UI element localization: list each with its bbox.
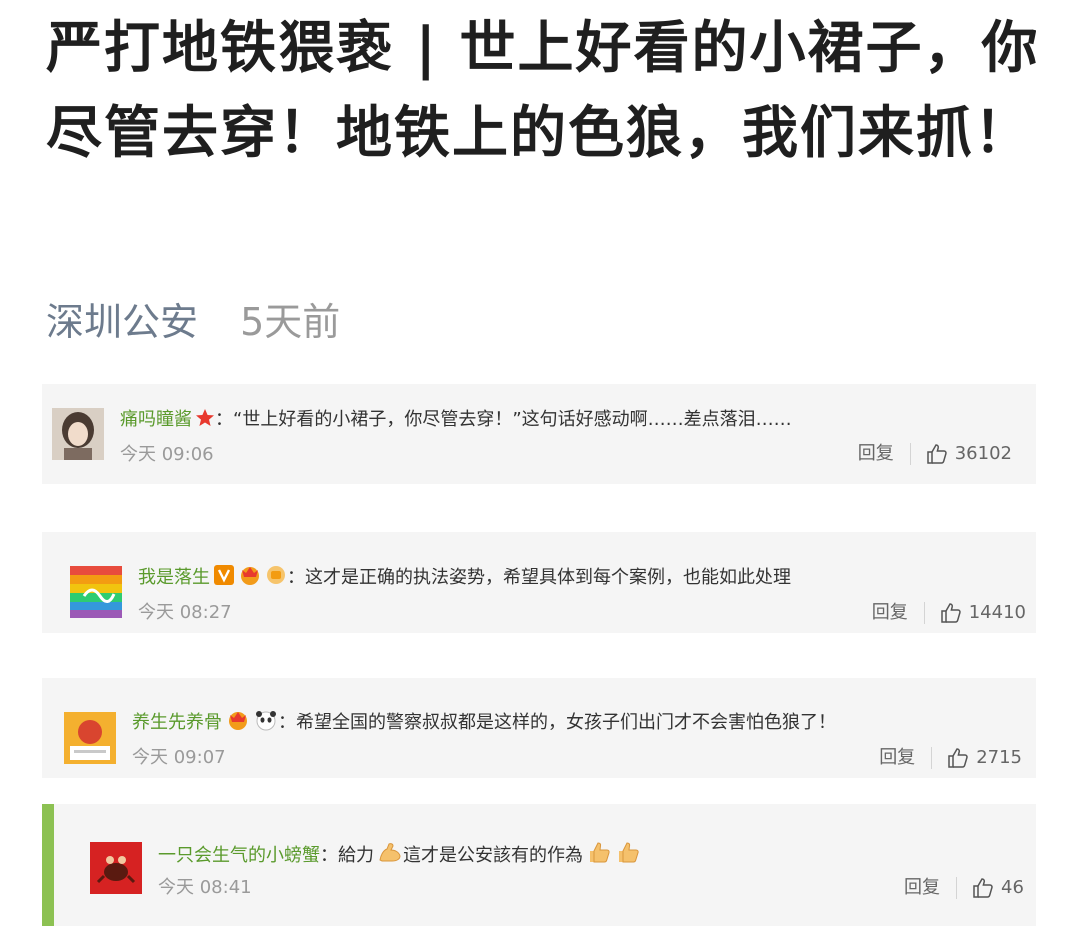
- comment-text: ：这才是正确的执法姿势，希望具体到每个案例，也能如此处理: [287, 567, 791, 588]
- like-count: 14410: [968, 602, 1026, 623]
- comment-line: 一只会生气的小螃蟹：給力 這才是公安該有的作為: [158, 840, 641, 872]
- article-time: 5天前: [240, 300, 341, 344]
- comment-text: ：希望全国的警察叔叔都是这样的，女孩子们出门才不会害怕色狼了！: [278, 712, 836, 733]
- thumbs-up-emoji-icon: [586, 840, 612, 872]
- comment-card: 我是落生 ：这才是正确的执法姿势，希望具体到每个案例，也能如此处理 今天 08:2…: [42, 532, 1036, 633]
- article-author[interactable]: 深圳公安: [46, 300, 198, 344]
- like-count: 46: [1001, 877, 1024, 898]
- comment-username[interactable]: 痛吗瞳酱: [120, 409, 192, 430]
- like-count: 36102: [954, 443, 1012, 464]
- member-badge-icon: [238, 564, 262, 594]
- panda-icon: [254, 709, 278, 739]
- divider: [909, 443, 911, 465]
- comment-card: 养生先养骨 ：希望全国的警察叔叔都是这样的，女孩子们出门才不会害怕色狼了！ 今天 …: [42, 678, 1036, 778]
- comment-username[interactable]: 养生先养骨: [132, 712, 222, 733]
- weibo-comment-screenshot: 严打地铁猥亵 | 世上好看的小裙子，你尽管去穿！地铁上的色狼，我们来抓！ 深圳公…: [0, 0, 1036, 930]
- thumbs-up-icon[interactable]: [971, 876, 995, 900]
- like-count: 2715: [976, 747, 1022, 768]
- thumbs-up-icon[interactable]: [925, 442, 949, 466]
- member-badge-icon: [225, 709, 251, 739]
- comment-time: 今天 09:07: [132, 747, 226, 768]
- comment-line: 我是落生 ：这才是正确的执法姿势，希望具体到每个案例，也能如此处理: [138, 564, 791, 594]
- comment-line: 养生先养骨 ：希望全国的警察叔叔都是这样的，女孩子们出门才不会害怕色狼了！: [132, 709, 836, 739]
- comment-text: 這才是公安該有的作為: [403, 845, 583, 866]
- reply-comment-card: 一只会生气的小螃蟹：給力 這才是公安該有的作為 今天 08:41 回复 46: [42, 804, 1036, 926]
- reply-button[interactable]: 回复: [904, 876, 940, 900]
- article-meta: 深圳公安 5天前: [46, 296, 340, 348]
- avatar[interactable]: [90, 842, 142, 894]
- star-icon: [195, 408, 215, 436]
- divider: [923, 602, 925, 624]
- comment-actions: 回复 14410: [872, 601, 1026, 625]
- fan-badge-icon: [265, 564, 287, 594]
- avatar[interactable]: [64, 712, 116, 764]
- comment-username[interactable]: 我是落生: [138, 567, 210, 588]
- flexed-bicep-icon: [377, 840, 403, 872]
- thumbs-up-icon[interactable]: [939, 601, 963, 625]
- thumbs-up-icon[interactable]: [946, 746, 970, 770]
- reply-button[interactable]: 回复: [858, 442, 894, 466]
- comment-actions: 回复 36102: [858, 442, 1012, 466]
- comment-time: 今天 08:41: [158, 877, 252, 898]
- comment-text: ：“世上好看的小裙子，你尽管去穿！”这句话好感动啊……差点落泪……: [215, 409, 792, 430]
- avatar[interactable]: [70, 566, 122, 618]
- reply-accent-bar: [42, 804, 54, 926]
- comment-card: 痛吗瞳酱 ：“世上好看的小裙子，你尽管去穿！”这句话好感动啊……差点落泪…… 今天…: [42, 384, 1036, 484]
- comment-time: 今天 08:27: [138, 602, 232, 623]
- comment-text: ：給力: [320, 845, 374, 866]
- reply-button[interactable]: 回复: [879, 746, 915, 770]
- thumbs-up-emoji-icon: [615, 840, 641, 872]
- comment-line: 痛吗瞳酱 ：“世上好看的小裙子，你尽管去穿！”这句话好感动啊……差点落泪……: [120, 407, 792, 436]
- comment-actions: 回复 46: [904, 876, 1024, 900]
- verified-v-icon: [213, 564, 235, 594]
- comment-username[interactable]: 一只会生气的小螃蟹: [158, 845, 320, 866]
- comment-time: 今天 09:06: [120, 444, 214, 465]
- divider: [956, 877, 957, 899]
- divider: [931, 747, 933, 769]
- reply-button[interactable]: 回复: [872, 601, 908, 625]
- avatar[interactable]: [52, 408, 104, 460]
- comment-actions: 回复 2715: [879, 746, 1022, 770]
- article-title: 严打地铁猥亵 | 世上好看的小裙子，你尽管去穿！地铁上的色狼，我们来抓！: [46, 16, 1036, 166]
